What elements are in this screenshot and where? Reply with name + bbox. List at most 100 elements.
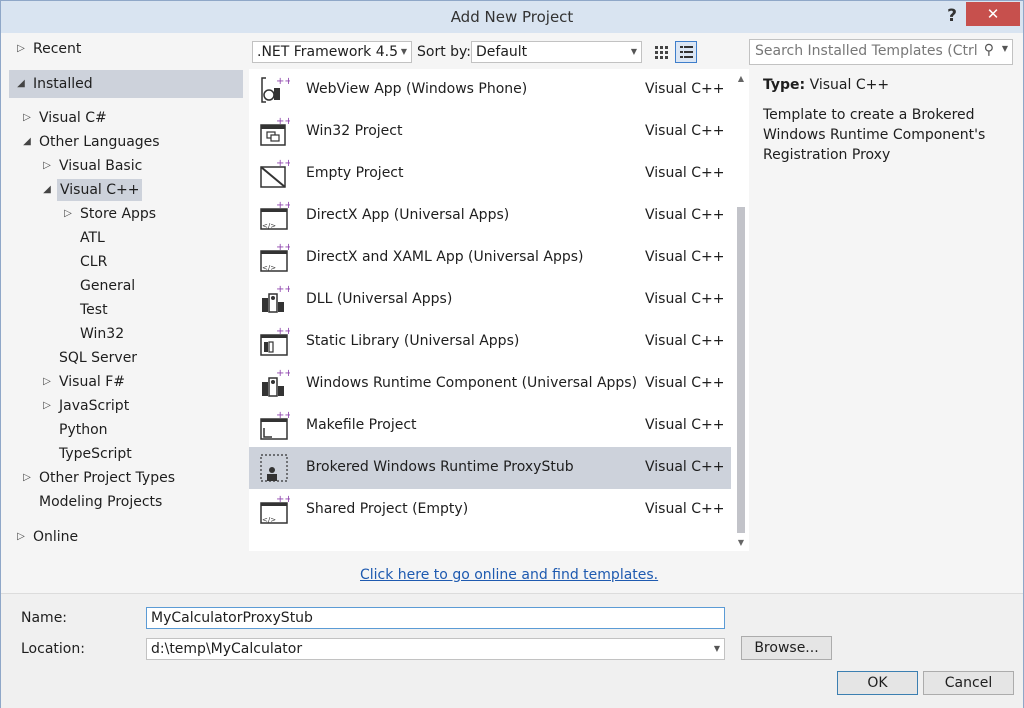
- template-row-directx-app[interactable]: </> ++ DirectX App (Universal Apps) Visu…: [249, 195, 731, 237]
- tree-item-online[interactable]: ▷ Online: [9, 526, 243, 548]
- tree-item-python[interactable]: Python: [9, 419, 243, 441]
- directx-app-template-icon: </> ++: [260, 200, 290, 230]
- template-language: Visual C++: [645, 81, 725, 97]
- template-language: Visual C++: [645, 165, 725, 181]
- template-row-shared-project[interactable]: </> ++ Shared Project (Empty) Visual C++: [249, 489, 731, 531]
- tree-item-installed[interactable]: ◢ Installed: [9, 70, 243, 98]
- project-settings-form: Name: MyCalculatorProxyStub Location: d:…: [1, 593, 1023, 708]
- expand-arrow-icon[interactable]: ▷: [41, 155, 53, 177]
- location-dropdown[interactable]: d:\temp\MyCalculator ▼: [146, 638, 725, 660]
- project-name-input[interactable]: MyCalculatorProxyStub: [146, 607, 725, 629]
- sort-dropdown[interactable]: Default ▼: [471, 41, 642, 63]
- svg-text:++: ++: [276, 242, 290, 253]
- template-name: Shared Project (Empty): [306, 501, 469, 517]
- template-row-dll[interactable]: ++ DLL (Universal Apps) Visual C++: [249, 279, 731, 321]
- framework-dropdown[interactable]: .NET Framework 4.5 ▼: [252, 41, 412, 63]
- help-button[interactable]: ?: [939, 3, 965, 29]
- expand-arrow-icon[interactable]: ▷: [41, 395, 53, 417]
- expand-arrow-icon[interactable]: ▷: [15, 38, 27, 60]
- svg-text:++: ++: [276, 494, 290, 505]
- expand-arrow-icon[interactable]: ▷: [21, 107, 33, 129]
- tree-item-visual-basic[interactable]: ▷ Visual Basic: [9, 155, 243, 177]
- tree-label: General: [80, 278, 136, 294]
- tree-item-general[interactable]: General: [9, 275, 243, 297]
- search-dropdown-icon[interactable]: ▼: [1002, 44, 1008, 53]
- find-online-templates-link[interactable]: Click here to go online and find templat…: [360, 567, 658, 583]
- cancel-button[interactable]: Cancel: [923, 671, 1014, 695]
- template-row-webview[interactable]: ++ WebView App (Windows Phone) Visual C+…: [249, 69, 731, 111]
- tree-item-visual-fsharp[interactable]: ▷ Visual F#: [9, 371, 243, 393]
- scroll-up-icon[interactable]: ▲: [733, 71, 749, 87]
- tree-item-clr[interactable]: CLR: [9, 251, 243, 273]
- template-name: Brokered Windows Runtime ProxyStub: [306, 459, 574, 475]
- tree-item-modeling-projects[interactable]: Modeling Projects: [9, 491, 243, 513]
- scroll-down-icon[interactable]: ▼: [733, 535, 749, 551]
- tree-item-typescript[interactable]: TypeScript: [9, 443, 243, 465]
- type-value: Visual C++: [809, 77, 890, 93]
- tree-item-recent[interactable]: ▷ Recent: [9, 38, 243, 60]
- svg-text:</>: </>: [262, 516, 276, 524]
- tree-item-other-languages[interactable]: ◢ Other Languages: [9, 131, 243, 153]
- shared-project-template-icon: </> ++: [260, 494, 290, 524]
- tree-item-test[interactable]: Test: [9, 299, 243, 321]
- tree-label: Visual C++: [57, 179, 143, 201]
- location-label: Location:: [21, 641, 85, 657]
- template-row-win32[interactable]: ++ Win32 Project Visual C++: [249, 111, 731, 153]
- dialog-title: Add New Project: [450, 8, 574, 26]
- template-list-scrollbar[interactable]: ▲ ▼: [733, 69, 749, 551]
- tree-label: TypeScript: [59, 446, 132, 462]
- template-name: Windows Runtime Component (Universal App…: [306, 375, 638, 391]
- template-row-static-library[interactable]: ++ Static Library (Universal Apps) Visua…: [249, 321, 731, 363]
- template-name: Win32 Project: [306, 123, 403, 139]
- expand-arrow-icon[interactable]: ▷: [15, 526, 27, 548]
- grid-view-icon: [655, 46, 668, 59]
- ok-button[interactable]: OK: [837, 671, 918, 695]
- template-language: Visual C++: [645, 375, 725, 391]
- tree-item-atl[interactable]: ATL: [9, 227, 243, 249]
- svg-text:++: ++: [276, 284, 290, 295]
- proxystub-template-icon: [260, 454, 288, 482]
- tree-label: Recent: [33, 41, 82, 57]
- template-language: Visual C++: [645, 501, 725, 517]
- template-row-makefile[interactable]: ++ Makefile Project Visual C++: [249, 405, 731, 447]
- scrollbar-thumb[interactable]: [737, 207, 745, 533]
- tree-label: Python: [59, 422, 108, 438]
- tree-item-other-project-types[interactable]: ▷ Other Project Types: [9, 467, 243, 489]
- static-library-template-icon: ++: [260, 326, 290, 356]
- list-view-button[interactable]: [675, 41, 697, 63]
- collapse-arrow-icon[interactable]: ◢: [15, 70, 27, 98]
- expand-arrow-icon[interactable]: ▷: [21, 467, 33, 489]
- tree-item-javascript[interactable]: ▷ JavaScript: [9, 395, 243, 417]
- tree-item-win32[interactable]: Win32: [9, 323, 243, 345]
- search-icon[interactable]: ⚲: [984, 42, 994, 58]
- expand-arrow-icon[interactable]: ▷: [41, 371, 53, 393]
- tree-item-store-apps[interactable]: ▷ Store Apps: [9, 203, 243, 225]
- dialog-content: ▷ Recent ◢ Installed ▷ Visual C# ◢ Other…: [1, 33, 1023, 708]
- type-label: Type:: [763, 77, 806, 93]
- add-new-project-dialog: Add New Project ? ✕ ▷ Recent ◢ Installed…: [0, 0, 1024, 708]
- template-row-proxystub[interactable]: Brokered Windows Runtime ProxyStub Visua…: [249, 447, 731, 489]
- tree-label: Other Project Types: [39, 470, 176, 486]
- svg-text:</>: </>: [262, 264, 276, 272]
- grid-view-button[interactable]: [650, 41, 672, 63]
- collapse-arrow-icon[interactable]: ◢: [41, 179, 53, 201]
- dropdown-arrow-icon: ▼: [713, 644, 720, 653]
- location-value: d:\temp\MyCalculator: [151, 641, 303, 657]
- template-row-empty-project[interactable]: ++ Empty Project Visual C++: [249, 153, 731, 195]
- svg-text:++: ++: [276, 326, 290, 337]
- tree-item-visual-csharp[interactable]: ▷ Visual C#: [9, 107, 243, 129]
- tree-item-sql-server[interactable]: SQL Server: [9, 347, 243, 369]
- template-row-directx-xaml[interactable]: </> ++ DirectX and XAML App (Universal A…: [249, 237, 731, 279]
- svg-text:++: ++: [276, 158, 290, 169]
- template-language: Visual C++: [645, 291, 725, 307]
- svg-text:++: ++: [276, 76, 290, 87]
- collapse-arrow-icon[interactable]: ◢: [21, 131, 33, 153]
- expand-arrow-icon[interactable]: ▷: [62, 203, 74, 225]
- template-search-input[interactable]: Search Installed Templates (Ctrl+E) ⚲ ▼: [749, 39, 1013, 65]
- browse-button[interactable]: Browse...: [741, 636, 832, 660]
- close-button[interactable]: ✕: [966, 2, 1020, 26]
- tree-item-visual-cpp[interactable]: ◢ Visual C++: [9, 179, 243, 201]
- template-row-winrt-component[interactable]: ++ Windows Runtime Component (Universal …: [249, 363, 731, 405]
- template-type: Type: Visual C++: [763, 77, 889, 93]
- tree-label: CLR: [80, 254, 108, 270]
